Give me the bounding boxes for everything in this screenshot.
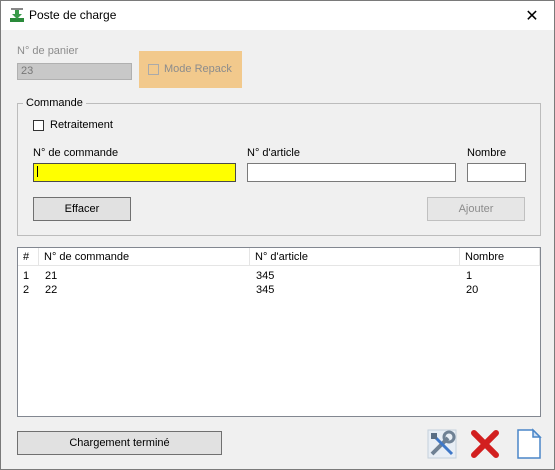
app-icon bbox=[10, 8, 24, 22]
ajouter-button[interactable]: Ajouter bbox=[427, 197, 525, 221]
document-icon[interactable] bbox=[512, 428, 544, 460]
column-header-nombre[interactable]: Nombre bbox=[460, 248, 540, 266]
retraitement-checkbox[interactable] bbox=[33, 120, 44, 131]
table-row-2-commande[interactable]: 22 bbox=[45, 284, 57, 296]
table-row-1-index[interactable]: 1 bbox=[23, 270, 29, 282]
title-bar: Poste de charge ✕ bbox=[1, 1, 554, 30]
numero-commande-label: N° de commande bbox=[33, 147, 119, 159]
window-title: Poste de charge bbox=[29, 8, 117, 22]
panier-label: N° de panier bbox=[17, 45, 79, 57]
orders-list[interactable]: # N° de commande N° d'article Nombre 1 2… bbox=[17, 247, 541, 417]
table-row-2-article[interactable]: 345 bbox=[256, 284, 274, 296]
column-header-index[interactable]: # bbox=[18, 248, 39, 266]
close-icon: ✕ bbox=[525, 7, 539, 25]
effacer-button[interactable]: Effacer bbox=[33, 197, 131, 221]
table-row-1-commande[interactable]: 21 bbox=[45, 270, 57, 282]
column-header-article[interactable]: N° d'article bbox=[250, 248, 460, 266]
close-button[interactable]: ✕ bbox=[510, 1, 554, 30]
numero-article-input[interactable] bbox=[247, 163, 456, 182]
table-row-2-nombre[interactable]: 20 bbox=[466, 284, 478, 296]
repack-label: Mode Repack bbox=[164, 63, 232, 75]
retraitement-label: Retraitement bbox=[50, 119, 113, 131]
table-row-2-index[interactable]: 2 bbox=[23, 284, 29, 296]
column-header-commande[interactable]: N° de commande bbox=[39, 248, 250, 266]
tools-icon[interactable] bbox=[426, 428, 458, 460]
panier-field: 23 bbox=[17, 63, 132, 80]
dialog-window: Poste de charge ✕ N° de panier 23 Mode R… bbox=[0, 0, 555, 470]
table-row-1-nombre[interactable]: 1 bbox=[466, 270, 472, 282]
numero-article-label: N° d'article bbox=[247, 147, 300, 159]
chargement-termine-button[interactable]: Chargement terminé bbox=[17, 431, 222, 455]
cancel-icon[interactable] bbox=[469, 428, 501, 460]
table-row-1-article[interactable]: 345 bbox=[256, 270, 274, 282]
repack-checkbox[interactable] bbox=[148, 64, 159, 75]
text-caret bbox=[37, 166, 38, 177]
panier-value: 23 bbox=[21, 65, 34, 77]
numero-commande-input[interactable] bbox=[33, 163, 236, 182]
commande-group-title: Commande bbox=[23, 97, 86, 109]
nombre-label: Nombre bbox=[467, 147, 507, 159]
nombre-input[interactable] bbox=[467, 163, 526, 182]
